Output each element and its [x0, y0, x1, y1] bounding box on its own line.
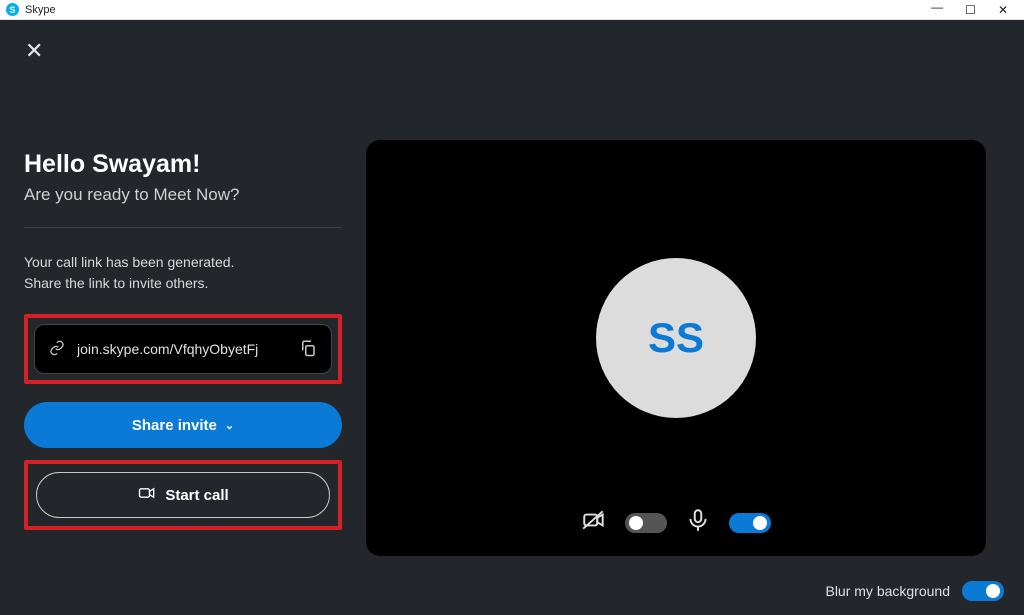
divider — [24, 227, 342, 228]
left-panel: Hello Swayam! Are you ready to Meet Now?… — [0, 20, 366, 615]
camera-off-icon — [581, 507, 607, 538]
share-link-highlight: join.skype.com/VfqhyObyetFj — [24, 314, 342, 384]
camera-toggle[interactable] — [625, 513, 667, 533]
microphone-toggle[interactable] — [729, 513, 771, 533]
call-link-text: join.skype.com/VfqhyObyetFj — [77, 341, 287, 357]
info-line-2: Share the link to invite others. — [24, 275, 208, 291]
chevron-down-icon: ⌄ — [225, 419, 234, 432]
video-preview: SS — [366, 140, 986, 556]
app-body: ✕ Hello Swayam! Are you ready to Meet No… — [0, 20, 1024, 615]
window-titlebar: S Skype — ☐ ✕ — [0, 0, 1024, 20]
blur-background-row: Blur my background — [825, 581, 1004, 601]
subtitle-text: Are you ready to Meet Now? — [24, 185, 342, 205]
link-icon — [49, 340, 65, 359]
maximize-button[interactable]: ☐ — [965, 4, 976, 16]
info-line-1: Your call link has been generated. — [24, 254, 234, 270]
blur-background-toggle[interactable] — [962, 581, 1004, 601]
skype-app-icon: S — [6, 3, 19, 16]
copy-icon[interactable] — [299, 339, 317, 360]
avatar: SS — [596, 258, 756, 418]
start-call-label: Start call — [165, 487, 228, 504]
info-text: Your call link has been generated. Share… — [24, 252, 342, 294]
close-dialog-button[interactable]: ✕ — [25, 40, 43, 62]
avatar-initials: SS — [648, 314, 704, 362]
start-call-highlight: Start call — [24, 460, 342, 530]
right-panel: SS — [366, 20, 1024, 615]
microphone-icon — [685, 507, 711, 538]
blur-background-label: Blur my background — [825, 583, 950, 599]
video-call-icon — [137, 483, 157, 507]
greeting-heading: Hello Swayam! — [24, 150, 342, 179]
close-window-button[interactable]: ✕ — [998, 4, 1008, 16]
minimize-button[interactable]: — — [931, 1, 943, 13]
share-invite-button[interactable]: Share invite ⌄ — [24, 402, 342, 448]
share-invite-label: Share invite — [132, 417, 217, 434]
start-call-button[interactable]: Start call — [36, 472, 330, 518]
call-link-bar[interactable]: join.skype.com/VfqhyObyetFj — [34, 324, 332, 374]
video-controls — [581, 507, 771, 538]
app-title: Skype — [25, 4, 931, 16]
window-controls: — ☐ ✕ — [931, 4, 1008, 16]
